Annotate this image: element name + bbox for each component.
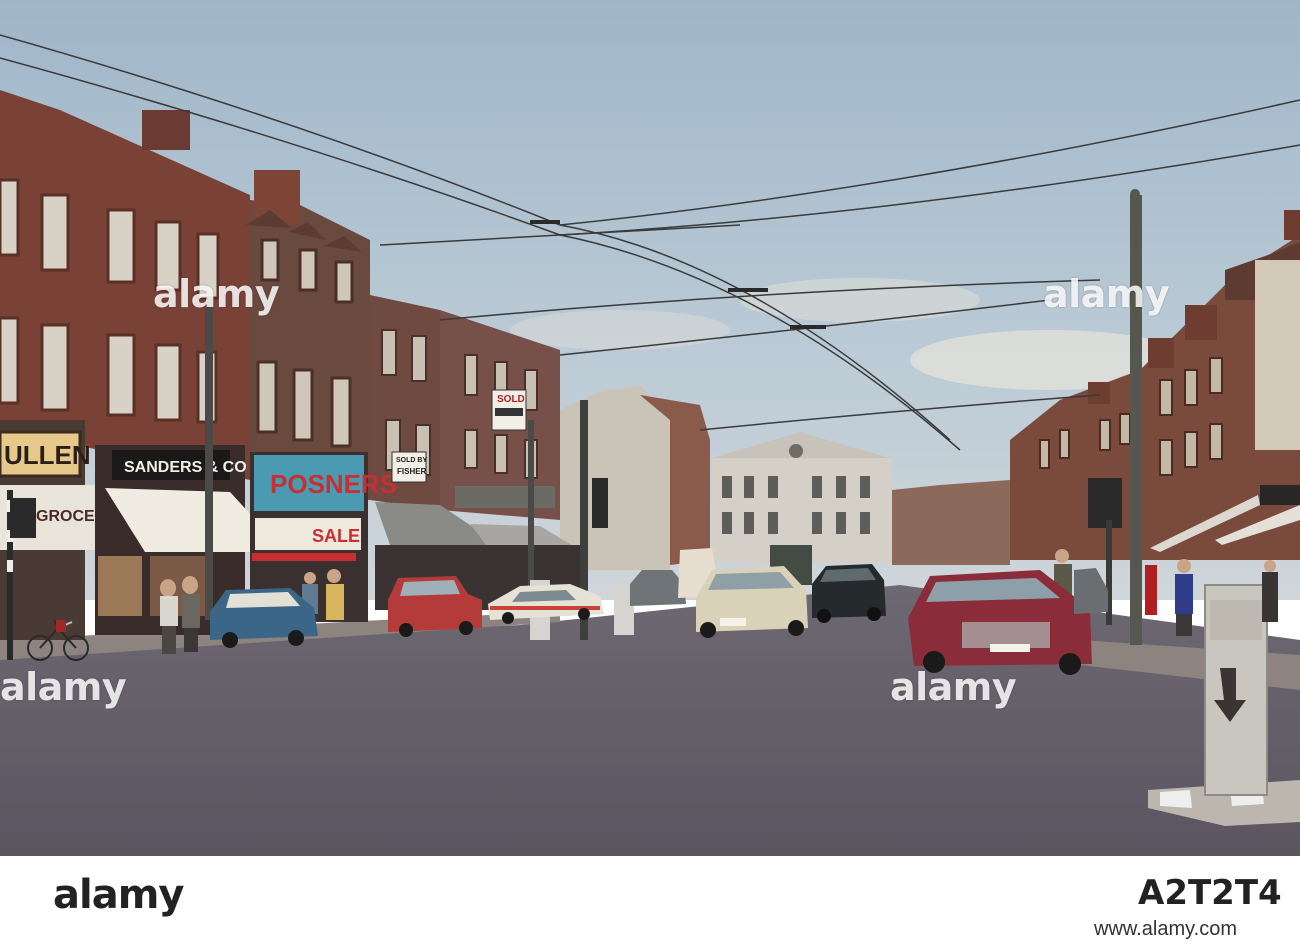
fisher-text: FISHER	[397, 467, 427, 476]
chimney	[1088, 382, 1110, 404]
ullen-sign: ULLEN	[4, 440, 91, 470]
sold-by-text: SOLD BY	[396, 457, 427, 464]
stock-photo-frame: ULLEN GROCER SANDERS & CO POSNERS SALE S…	[0, 0, 1300, 946]
posners-sign: POSNERS	[270, 469, 397, 499]
sanders-sign: SANDERS & CO	[124, 459, 247, 476]
black-car	[812, 564, 886, 623]
chimney	[1284, 210, 1300, 240]
site-url[interactable]: www.alamy.com	[1094, 918, 1237, 941]
watermark: alamy	[153, 272, 280, 316]
street-photo: ULLEN GROCER SANDERS & CO POSNERS SALE S…	[0, 0, 1300, 856]
sale-sign: SALE	[312, 526, 360, 546]
cloud	[740, 278, 980, 322]
street-pole	[205, 300, 213, 620]
cloud	[510, 310, 730, 350]
fascia	[455, 486, 555, 508]
town-hall	[712, 432, 892, 563]
traffic-control-box	[1204, 584, 1268, 796]
image-id: A2T2T4	[1138, 873, 1282, 913]
distant-buildings	[892, 480, 1010, 565]
traffic-light	[10, 498, 36, 538]
sold-text: SOLD	[497, 394, 525, 405]
watermark: alamy	[0, 665, 127, 709]
post-box	[1145, 565, 1157, 615]
traffic-light	[592, 478, 608, 528]
cream-car	[696, 566, 808, 638]
chimney	[1185, 305, 1217, 340]
white-building	[560, 385, 670, 570]
window-display	[98, 556, 142, 616]
traffic-light	[1088, 478, 1122, 528]
chimney	[1148, 338, 1174, 368]
watermark: alamy	[890, 665, 1017, 709]
street-scene: ULLEN GROCER SANDERS & CO POSNERS SALE S…	[0, 0, 1300, 856]
chimney	[142, 110, 190, 150]
watermark: alamy	[1043, 272, 1170, 316]
brand-logo[interactable]: alamy	[53, 872, 184, 918]
window-display	[150, 556, 210, 616]
street-pole	[1130, 195, 1142, 645]
